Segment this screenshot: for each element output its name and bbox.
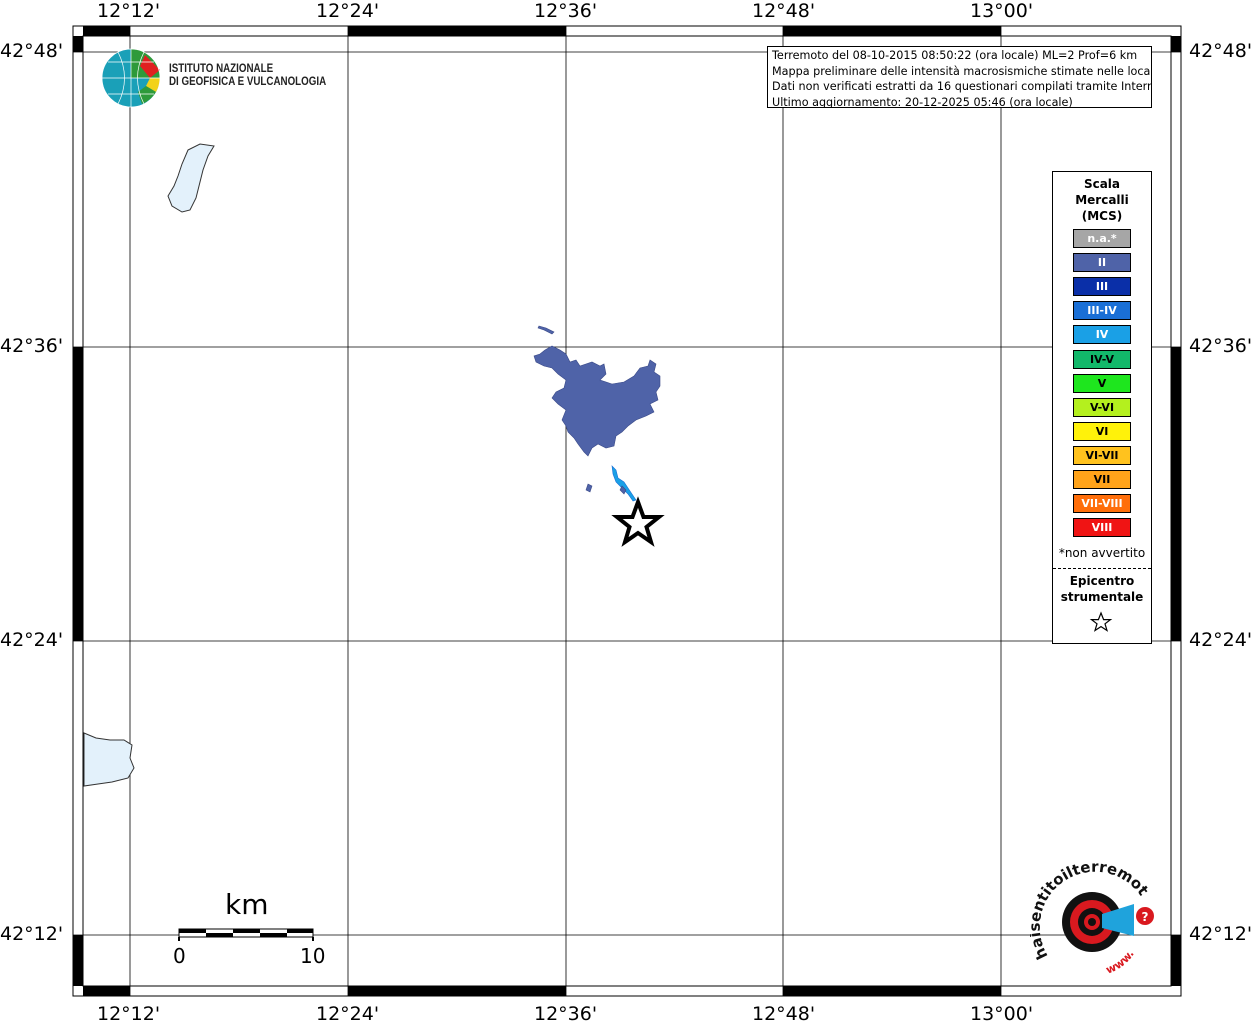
event-info-line1: Terremoto del 08-10-2015 08:50:22 (ora l… xyxy=(772,49,1138,62)
legend-swatch-vi: VI xyxy=(1073,421,1131,441)
haisentito-logo-www: www. xyxy=(1104,948,1137,977)
legend-swatch-vii: VII xyxy=(1073,470,1131,489)
lon-tick-bottom-5: 13°00' xyxy=(970,1003,1034,1025)
lon-tick-top-5: 13°00' xyxy=(970,0,1034,22)
svg-text:?: ? xyxy=(1142,910,1149,924)
lat-tick-right-2: 42°36' xyxy=(1189,335,1253,357)
ingv-logo-line2: DI GEOFISICA E VULCANOLOGIA xyxy=(169,76,327,88)
lat-tick-left-4: 42°12' xyxy=(0,923,64,945)
scale-bar-unit: km xyxy=(225,888,269,921)
legend-swatch-ivv: IV-V xyxy=(1073,349,1131,369)
lon-tick-top-1: 12°12' xyxy=(97,0,161,22)
event-info-line2: Mappa preliminare delle intensità macros… xyxy=(772,64,1152,78)
lat-tick-left-2: 42°36' xyxy=(0,335,64,357)
legend-swatch-viiviii: VII-VIII xyxy=(1073,494,1131,514)
legend-separator xyxy=(1053,568,1151,569)
lon-tick-bottom-1: 12°12' xyxy=(97,1003,161,1025)
legend-title-3: (MCS) xyxy=(1081,209,1123,223)
lon-tick-bottom-2: 12°24' xyxy=(316,1003,380,1025)
legend-star-icon xyxy=(1089,611,1113,632)
lon-tick-bottom-4: 12°48' xyxy=(752,1003,816,1025)
lat-tick-right-3: 42°24' xyxy=(1189,629,1253,651)
legend-epicentro-line2: strumentale xyxy=(1060,590,1144,604)
legend-title-2: Mercalli xyxy=(1075,193,1129,207)
event-info-line3: Dati non verificati estratti da 16 quest… xyxy=(772,80,1152,93)
lat-tick-left-1: 42°48' xyxy=(0,40,64,62)
lat-tick-right-4: 42°12' xyxy=(1189,923,1253,945)
legend-swatch-na: n.a.* xyxy=(1073,229,1131,248)
legend-epicentro: Epicentro strumentale xyxy=(1053,573,1151,605)
legend-swatch-iii: III xyxy=(1073,277,1131,297)
legend-swatch-iv: IV xyxy=(1073,325,1131,345)
event-info-box: Terremoto del 08-10-2015 08:50:22 (ora l… xyxy=(767,46,1152,108)
lat-tick-right-1: 42°48' xyxy=(1189,40,1253,62)
haisentito-logo-icon: ? haisentitoilterremoto.it www. xyxy=(1030,858,1154,977)
lon-tick-top-3: 12°36' xyxy=(534,0,598,22)
ingv-logo-text: ISTITUTO NAZIONALE DI GEOFISICA E VULCAN… xyxy=(169,63,326,89)
ingv-logo-icon xyxy=(101,48,161,108)
lon-tick-bottom-3: 12°36' xyxy=(534,1003,598,1025)
legend-epicentro-line1: Epicentro xyxy=(1069,574,1135,588)
legend-swatch-viii: VIII xyxy=(1073,518,1131,538)
scale-bar-end: 10 xyxy=(300,944,326,968)
lat-tick-left-3: 42°24' xyxy=(0,629,64,651)
mcs-legend: Scala Mercalli (MCS) n.a.* II III III-IV IV I… xyxy=(1052,171,1152,644)
legend-swatch-iiiiv: III-IV xyxy=(1073,301,1131,321)
legend-title-1: Scala xyxy=(1083,177,1121,191)
event-info-line4: Ultimo aggiornamento: 20-12-2025 05:46 (… xyxy=(772,95,1073,108)
scale-bar-start: 0 xyxy=(173,944,186,968)
legend-note: *non avvertito xyxy=(1058,546,1146,560)
map-frame xyxy=(72,25,1182,997)
svg-text:www.: www. xyxy=(1104,948,1137,977)
legend-swatch-ii: II xyxy=(1073,253,1131,273)
lon-tick-top-4: 12°48' xyxy=(752,0,816,22)
legend-swatch-vivii: VI-VII xyxy=(1073,445,1131,465)
ingv-logo-line1: ISTITUTO NAZIONALE xyxy=(169,63,274,75)
legend-swatch-vvi: V-VI xyxy=(1073,397,1131,417)
legend-swatch-v: V xyxy=(1073,373,1131,393)
lon-tick-top-2: 12°24' xyxy=(316,0,380,22)
